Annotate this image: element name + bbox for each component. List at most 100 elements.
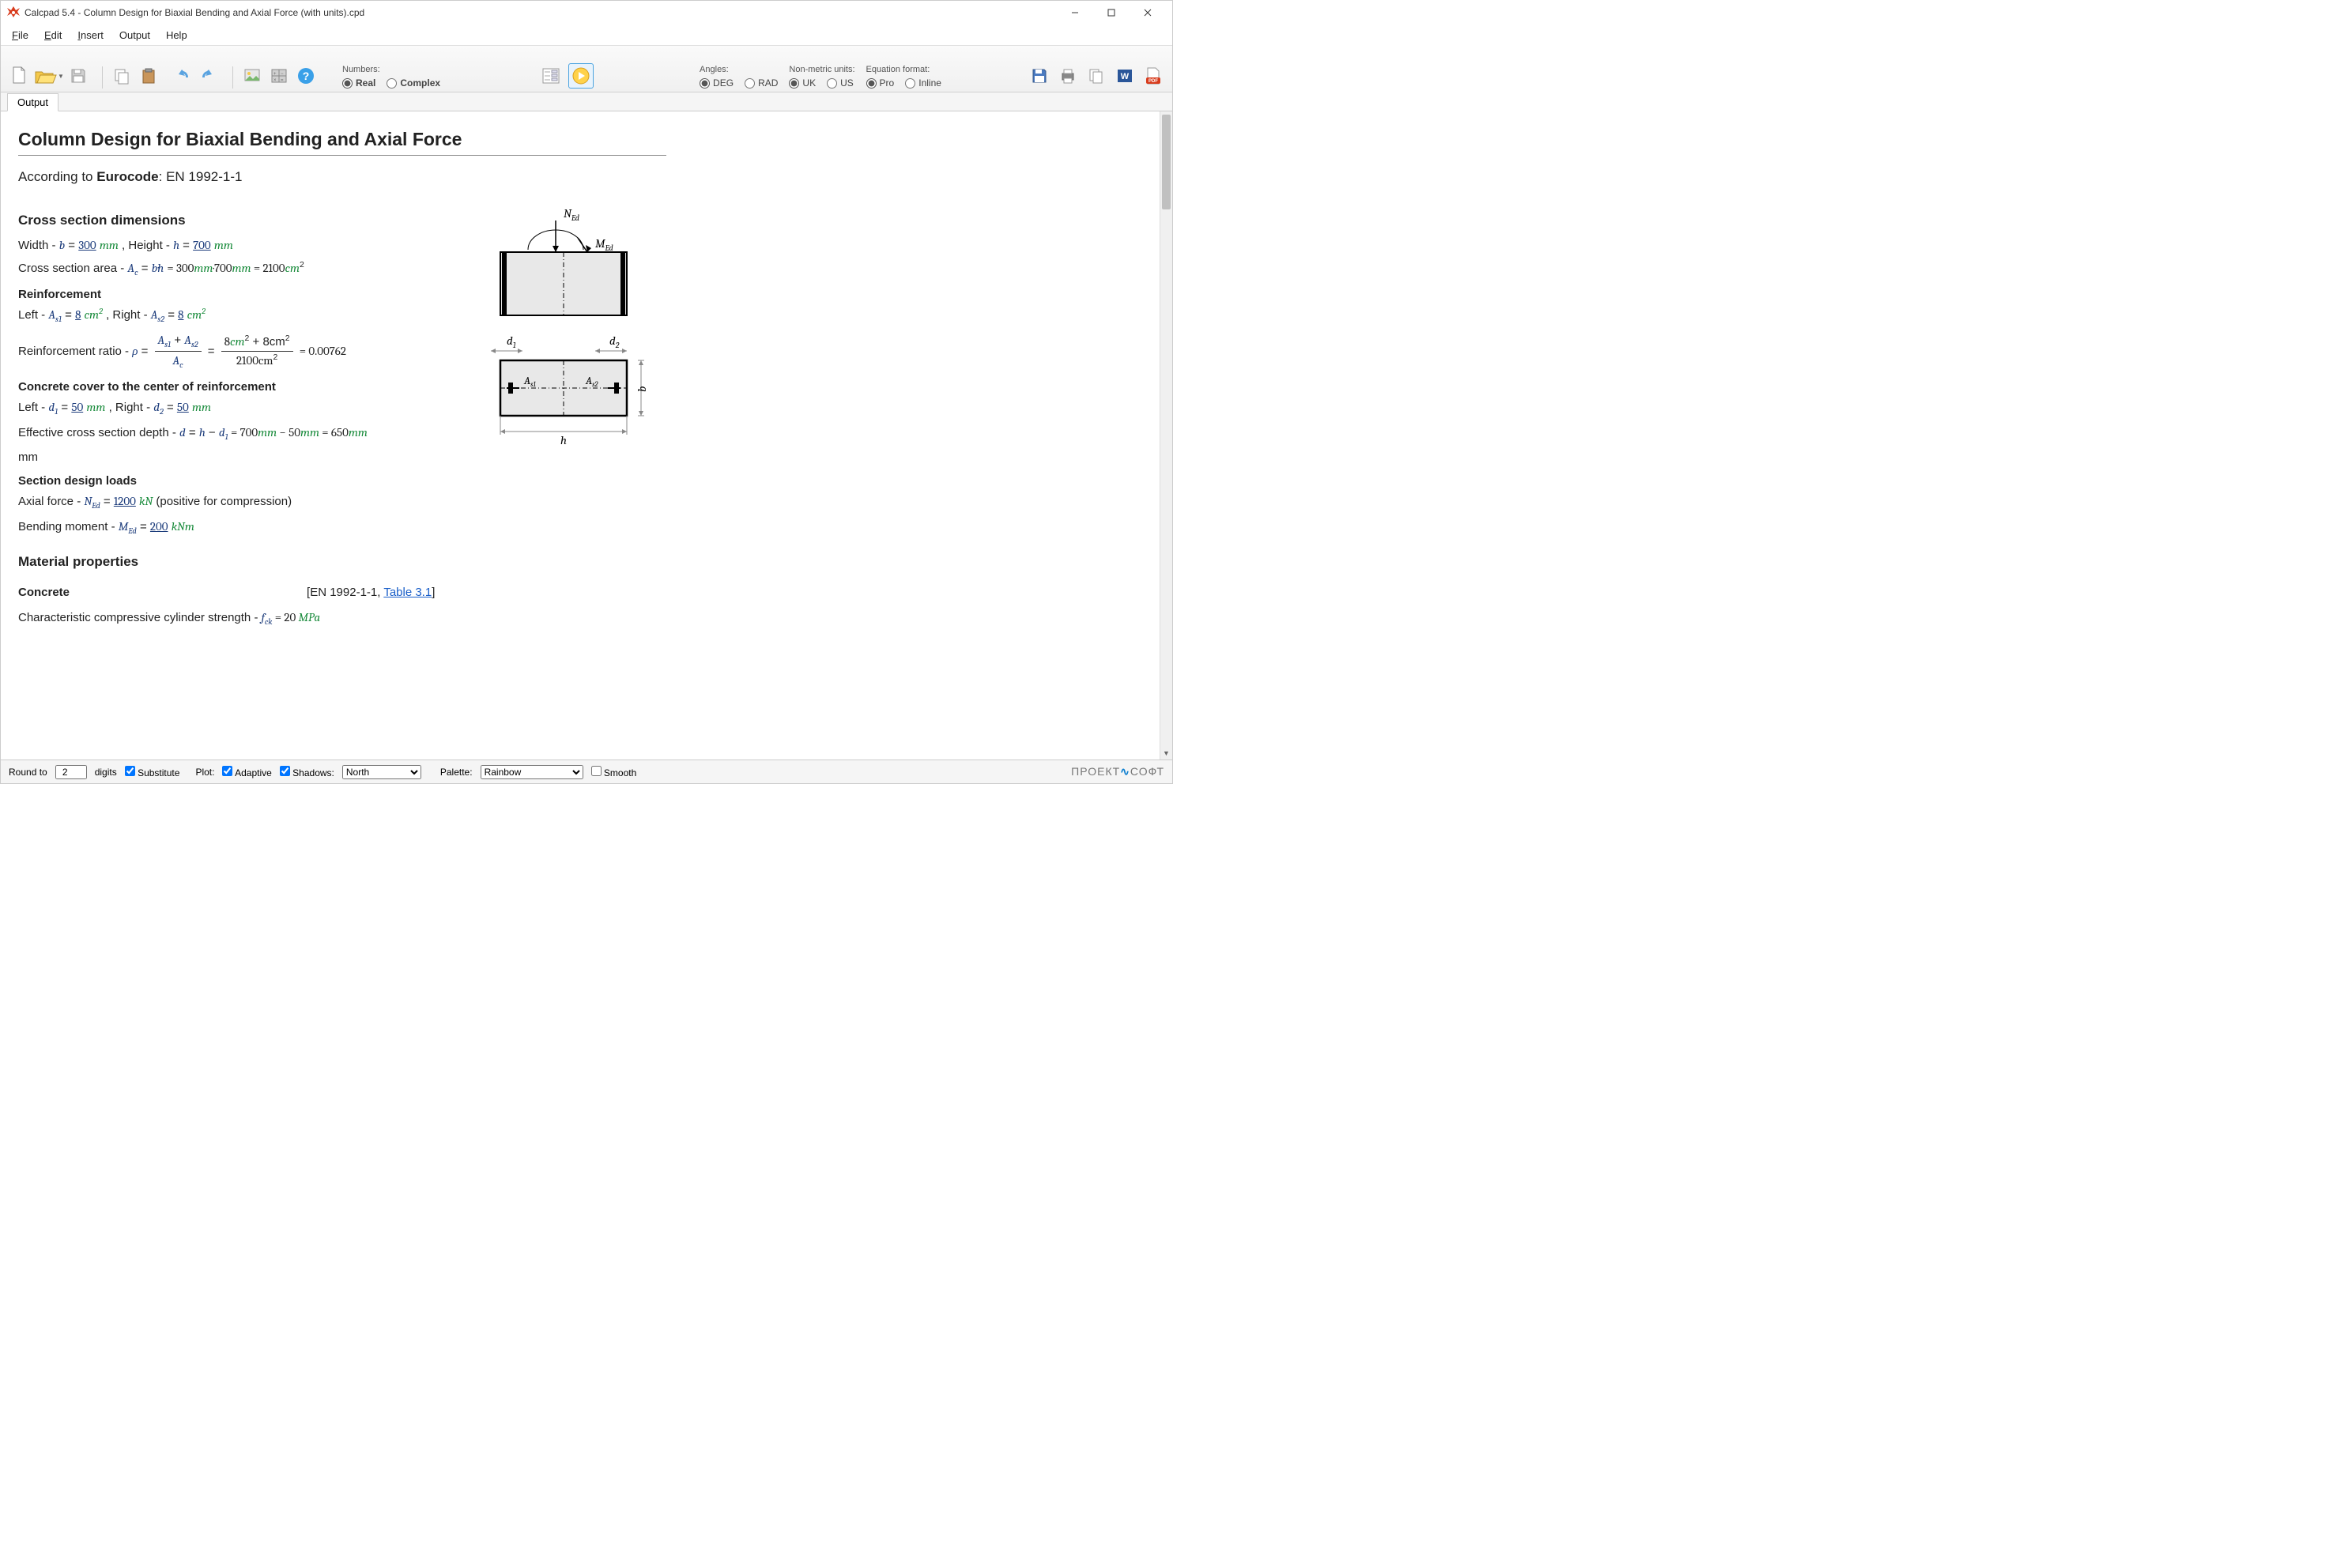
area-line: Cross section area - Ac = b·h = 300mm·70… — [18, 259, 461, 280]
svg-text:PDF: PDF — [1148, 79, 1158, 84]
undo-icon — [172, 68, 191, 84]
word-icon: W — [1116, 67, 1133, 85]
titlebar: Calcpad 5.4 - Column Design for Biaxial … — [1, 1, 1172, 24]
radio-deg[interactable]: DEG — [700, 77, 734, 89]
table-icon: +−× = — [270, 68, 288, 84]
open-file-button[interactable]: ▼ — [34, 63, 64, 89]
radio-real[interactable]: Real — [342, 77, 375, 89]
svg-text:d2: d2 — [609, 334, 620, 350]
menu-output[interactable]: Output — [111, 27, 158, 43]
tab-output[interactable]: Output — [7, 93, 58, 111]
redo-button[interactable] — [196, 63, 221, 89]
diagram: NEd MEd d1 d2 — [485, 206, 666, 477]
digits-label: digits — [95, 767, 117, 778]
help-icon: ? — [297, 67, 315, 85]
axial-line: Axial force - NEd = 1200 kN (positive fo… — [18, 492, 461, 513]
help-button[interactable]: ? — [293, 63, 319, 89]
table-button[interactable]: +−× = — [266, 63, 292, 89]
svg-text:−: − — [281, 72, 284, 77]
palette-label: Palette: — [440, 767, 473, 778]
svg-text:W: W — [1121, 72, 1130, 81]
digits-input[interactable] — [55, 765, 87, 779]
svg-text:=: = — [281, 78, 284, 83]
column-diagram-svg: NEd MEd d1 d2 — [485, 206, 666, 475]
save-icon — [70, 67, 87, 85]
eqfmt-label: Equation format: — [866, 65, 941, 74]
radio-us[interactable]: US — [827, 77, 854, 89]
app-logo-icon — [7, 6, 20, 19]
fck-line: Characteristic compressive cylinder stre… — [18, 609, 1142, 629]
radio-pro[interactable]: Pro — [866, 77, 895, 89]
menu-edit[interactable]: Edit — [36, 27, 70, 43]
svg-text:h: h — [560, 433, 567, 447]
svg-text:d1: d1 — [507, 334, 516, 350]
company-logo: ПРОЕКТ∿СОФТ — [1071, 765, 1164, 778]
round-to-label: Round to — [9, 767, 47, 778]
radio-complex[interactable]: Complex — [387, 77, 440, 89]
output-document: Column Design for Biaxial Bending and Ax… — [1, 111, 1160, 760]
section-materials: Material properties — [18, 554, 1142, 570]
maximize-button[interactable] — [1093, 1, 1130, 24]
section-loads: Section design loads — [18, 474, 461, 488]
export-word-button[interactable]: W — [1112, 63, 1137, 89]
minimize-button[interactable] — [1057, 1, 1093, 24]
folder-open-icon — [34, 67, 58, 85]
reinf-ratio-line: Reinforcement ratio - ρ = As1 + As2Ac = … — [18, 331, 461, 373]
paste-button[interactable] — [136, 63, 161, 89]
play-icon — [572, 67, 590, 85]
svg-text:?: ? — [303, 70, 310, 82]
shadows-checkbox[interactable]: Shadows: — [280, 766, 334, 778]
paste-icon — [140, 67, 157, 85]
menu-help[interactable]: Help — [158, 27, 195, 43]
export-pdf-button[interactable]: PDF — [1141, 63, 1166, 89]
form-icon — [541, 67, 560, 85]
radio-uk[interactable]: UK — [789, 77, 816, 89]
page-title: Column Design for Biaxial Bending and Ax… — [18, 129, 1142, 150]
form-view-button[interactable] — [538, 63, 564, 89]
table-3-1-link[interactable]: Table 3.1 — [383, 586, 432, 599]
document-copy-icon — [1088, 67, 1105, 85]
run-button[interactable] — [568, 63, 594, 89]
radio-rad[interactable]: RAD — [745, 77, 778, 89]
numbers-label: Numbers: — [342, 65, 440, 74]
print-icon — [1059, 67, 1077, 85]
menu-file[interactable]: File — [4, 27, 36, 43]
substitute-checkbox[interactable]: Substitute — [125, 766, 180, 778]
save-button[interactable] — [66, 63, 91, 89]
vertical-scrollbar[interactable]: ▲ ▼ — [1160, 111, 1172, 760]
window-title: Calcpad 5.4 - Column Design for Biaxial … — [25, 7, 1057, 18]
svg-text:×: × — [273, 78, 277, 83]
toolbar: ▼ +−× = ? Numbers: Real Complex — [1, 45, 1172, 92]
nonmetric-label: Non-metric units: — [789, 65, 854, 74]
redo-icon — [199, 68, 218, 84]
scroll-down-icon[interactable]: ▼ — [1160, 747, 1172, 760]
adaptive-checkbox[interactable]: Adaptive — [222, 766, 271, 778]
pdf-icon: PDF — [1145, 66, 1162, 85]
cover-lr-line: Left - d1 = 50 mm , Right - d2 = 50 mm — [18, 398, 461, 419]
print-button[interactable] — [1055, 63, 1081, 89]
smooth-checkbox[interactable]: Smooth — [591, 766, 637, 778]
scroll-thumb[interactable] — [1162, 115, 1171, 209]
section-cover: Concrete cover to the center of reinforc… — [18, 380, 461, 394]
image-button[interactable] — [240, 63, 265, 89]
export-save-button[interactable] — [1027, 63, 1052, 89]
copy-button[interactable] — [109, 63, 134, 89]
close-button[interactable] — [1130, 1, 1166, 24]
new-file-icon — [11, 66, 28, 86]
radio-inline[interactable]: Inline — [905, 77, 941, 89]
svg-text:+: + — [273, 72, 277, 77]
section-dimensions: Cross section dimensions — [18, 213, 461, 228]
en-reference: [EN 1992-1-1, Table 3.1] — [307, 586, 435, 599]
menu-insert[interactable]: Insert — [70, 27, 111, 43]
statusbar: Round to digits Substitute Plot: Adaptiv… — [1, 760, 1172, 783]
new-file-button[interactable] — [7, 63, 32, 89]
diskette-icon — [1031, 67, 1048, 85]
palette-select[interactable]: Rainbow — [481, 765, 583, 779]
shadows-select[interactable]: North — [342, 765, 421, 779]
svg-text:b: b — [635, 386, 649, 391]
undo-button[interactable] — [169, 63, 194, 89]
plot-label: Plot: — [195, 767, 214, 778]
copy-icon — [113, 67, 130, 85]
menubar: File Edit Insert Output Help — [1, 24, 1172, 45]
copy-doc-button[interactable] — [1084, 63, 1109, 89]
